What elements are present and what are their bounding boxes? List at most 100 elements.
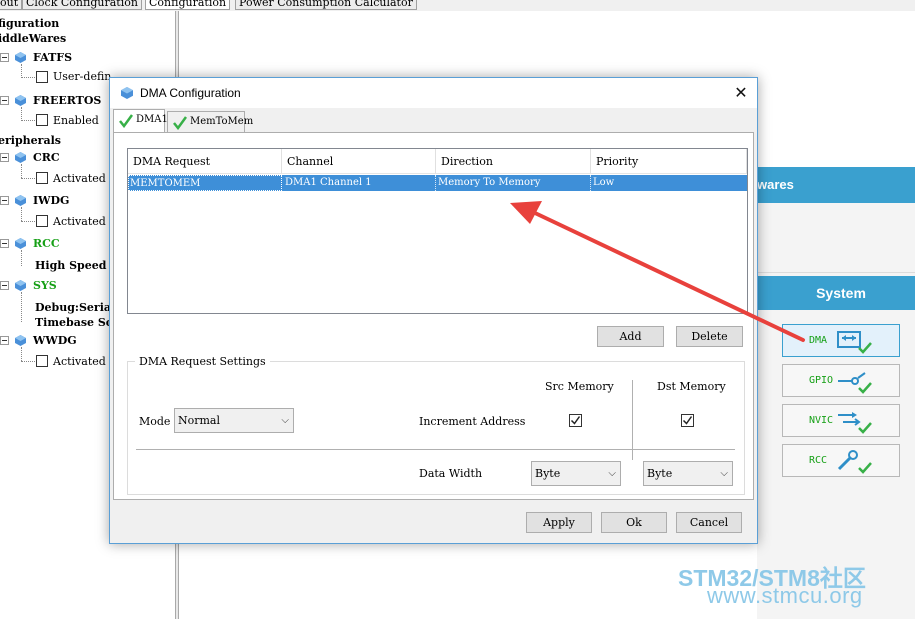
fatfs-user-defined-checkbox[interactable] bbox=[36, 71, 48, 83]
tree-middlewares[interactable]: iddleWares bbox=[0, 32, 66, 46]
expander-rcc[interactable] bbox=[0, 239, 9, 248]
settings-divider bbox=[633, 449, 735, 450]
system-button-label: RCC bbox=[809, 455, 828, 466]
dma-request-table: DMA Request Channel Direction Priority M… bbox=[127, 148, 748, 314]
expander-iwdg[interactable] bbox=[0, 196, 9, 205]
column-header-direction[interactable]: Direction bbox=[436, 149, 591, 174]
system-button-rcc[interactable]: RCC bbox=[782, 444, 900, 477]
cube-icon bbox=[15, 95, 26, 106]
tree-rcc-high-speed: High Speed bbox=[35, 259, 107, 272]
expander-freertos[interactable] bbox=[0, 96, 9, 105]
tree-fatfs[interactable]: FATFS bbox=[33, 51, 72, 65]
tree-crc-activated: Activated bbox=[53, 172, 106, 185]
iwdg-activated-checkbox[interactable] bbox=[36, 215, 48, 227]
tab-pinout[interactable]: out bbox=[0, 0, 23, 10]
close-icon[interactable]: ✕ bbox=[730, 82, 752, 104]
tree-wwdg[interactable]: WWDG bbox=[33, 334, 77, 348]
dma-icon bbox=[837, 331, 872, 354]
tree-iwdg-activated: Activated bbox=[53, 215, 106, 228]
expander-wwdg[interactable] bbox=[0, 336, 9, 345]
crc-activated-checkbox[interactable] bbox=[36, 172, 48, 184]
tree-sys-debug: Debug:Serial bbox=[35, 301, 116, 314]
expander-fatfs[interactable] bbox=[0, 53, 9, 62]
cube-icon bbox=[15, 238, 26, 249]
cell-priority: Low bbox=[593, 177, 615, 188]
dialog-title-bar[interactable]: DMA Configuration ✕ bbox=[110, 78, 757, 108]
dma1-tab-panel: DMA Request Channel Direction Priority M… bbox=[113, 132, 754, 500]
middlewares-header: wares bbox=[757, 167, 915, 203]
top-tab-bar: out Clock Configuration Configuration Po… bbox=[0, 0, 915, 11]
system-header: System bbox=[757, 276, 915, 310]
cube-icon bbox=[121, 87, 133, 99]
dma-request-settings-title: DMA Request Settings bbox=[135, 355, 270, 368]
cancel-button[interactable]: Cancel bbox=[676, 512, 742, 533]
tree-configuration[interactable]: figuration bbox=[0, 17, 59, 31]
middlewares-section bbox=[757, 203, 915, 273]
system-button-label: NVIC bbox=[809, 415, 834, 426]
expander-sys[interactable] bbox=[0, 281, 9, 290]
system-button-dma[interactable]: DMA bbox=[782, 324, 900, 357]
cube-icon bbox=[15, 335, 26, 346]
check-icon bbox=[682, 416, 693, 425]
table-row[interactable]: MEMTOMEM DMA1 Channel 1 Memory To Memory… bbox=[128, 175, 747, 191]
data-width-label: Data Width bbox=[419, 467, 483, 480]
check-icon bbox=[570, 416, 581, 425]
ok-button[interactable]: Ok bbox=[601, 512, 667, 533]
system-button-label: DMA bbox=[809, 335, 828, 346]
dialog-title: DMA Configuration bbox=[140, 86, 241, 100]
cube-icon bbox=[15, 280, 26, 291]
add-button[interactable]: Add bbox=[597, 326, 664, 347]
system-button-label: GPIO bbox=[809, 375, 834, 386]
rcc-icon bbox=[837, 450, 872, 474]
tree-freertos[interactable]: FREERTOS bbox=[33, 94, 101, 108]
delete-button[interactable]: Delete bbox=[676, 326, 743, 347]
freertos-enabled-checkbox[interactable] bbox=[36, 114, 48, 126]
settings-divider bbox=[136, 449, 632, 450]
dst-data-width-select[interactable]: Byte ⌵ bbox=[643, 461, 733, 486]
mode-label: Mode bbox=[139, 415, 171, 428]
tab-clock-configuration[interactable]: Clock Configuration bbox=[22, 0, 142, 10]
chevron-down-icon: ⌵ bbox=[608, 468, 616, 479]
cube-icon bbox=[15, 195, 26, 206]
tree-fatfs-user-defined: User-defin bbox=[53, 70, 112, 83]
tab-power-consumption-calculator[interactable]: Power Consumption Calculator bbox=[235, 0, 417, 10]
cell-channel: DMA1 Channel 1 bbox=[282, 175, 436, 191]
watermark-url: www.stmcu.org bbox=[707, 583, 863, 608]
column-header-channel[interactable]: Channel bbox=[282, 149, 436, 174]
tree-sys-timebase: Timebase So bbox=[35, 316, 114, 329]
gpio-icon bbox=[838, 372, 872, 394]
tree-wwdg-activated: Activated bbox=[53, 355, 106, 368]
apply-button[interactable]: Apply bbox=[526, 512, 592, 533]
tree-iwdg[interactable]: IWDG bbox=[33, 194, 69, 208]
dst-increment-checkbox[interactable] bbox=[681, 414, 694, 427]
tab-configuration[interactable]: Configuration bbox=[145, 0, 231, 10]
check-icon bbox=[119, 114, 134, 128]
cube-icon bbox=[15, 152, 26, 163]
expander-crc[interactable] bbox=[0, 153, 9, 162]
cell-direction: Memory To Memory bbox=[436, 175, 591, 191]
chevron-down-icon: ⌵ bbox=[281, 415, 289, 426]
system-button-gpio[interactable]: GPIO bbox=[782, 364, 900, 397]
src-memory-label: Src Memory bbox=[545, 380, 614, 393]
wwdg-activated-checkbox[interactable] bbox=[36, 355, 48, 367]
system-button-nvic[interactable]: NVIC bbox=[782, 404, 900, 437]
dialog-tab-dma1[interactable]: DMA1 bbox=[113, 109, 168, 133]
chevron-down-icon: ⌵ bbox=[720, 468, 728, 479]
tree-freertos-enabled: Enabled bbox=[53, 114, 99, 127]
column-header-priority[interactable]: Priority bbox=[591, 149, 747, 174]
cube-icon bbox=[15, 52, 26, 63]
dialog-tab-memtomem[interactable]: MemToMem bbox=[167, 111, 253, 132]
nvic-icon bbox=[838, 412, 872, 434]
src-increment-checkbox[interactable] bbox=[569, 414, 582, 427]
dma-configuration-dialog: DMA Configuration ✕ DMA1 MemToMem DMA Re… bbox=[109, 77, 758, 544]
check-icon bbox=[173, 116, 188, 130]
dst-memory-label: Dst Memory bbox=[657, 380, 726, 393]
column-header-dma-request[interactable]: DMA Request bbox=[128, 149, 282, 174]
tree-rcc[interactable]: RCC bbox=[33, 237, 60, 251]
tree-crc[interactable]: CRC bbox=[33, 151, 60, 165]
src-data-width-select[interactable]: Byte ⌵ bbox=[531, 461, 621, 486]
tree-peripherals[interactable]: eripherals bbox=[0, 134, 61, 148]
tree-sys[interactable]: SYS bbox=[33, 279, 57, 293]
mode-select[interactable]: Normal ⌵ bbox=[174, 408, 294, 433]
cell-dma-request: MEMTOMEM bbox=[128, 175, 282, 191]
